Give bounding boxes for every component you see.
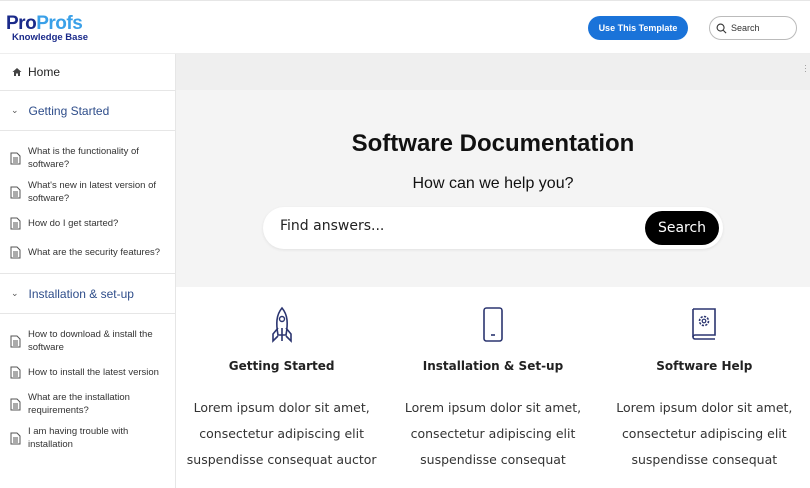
sidebar-section-toggle[interactable]: ⌄ Installation & set-up bbox=[0, 274, 175, 314]
sidebar-article-link[interactable]: What are the installation requirements? bbox=[0, 387, 175, 421]
article-title: I am having trouble with installation bbox=[28, 426, 129, 450]
article-title: What are the installation requirements? bbox=[28, 392, 130, 416]
header-search[interactable]: Search bbox=[709, 16, 797, 40]
sidebar-article-link[interactable]: What is the functionality of software? bbox=[0, 141, 175, 175]
card-getting-started[interactable]: Getting Started Lorem ipsum dolor sit am… bbox=[176, 287, 387, 488]
home-label: Home bbox=[28, 65, 61, 79]
category-cards: Getting Started Lorem ipsum dolor sit am… bbox=[176, 287, 810, 488]
hero-search-input[interactable] bbox=[280, 218, 620, 234]
sidebar-article-link[interactable]: How to download & install the software bbox=[0, 324, 175, 358]
hero-search-button[interactable]: Search bbox=[645, 211, 719, 245]
home-icon bbox=[12, 68, 22, 76]
card-description: Lorem ipsum dolor sit amet, consectetur a… bbox=[616, 400, 793, 467]
section-title: Getting Started bbox=[28, 103, 110, 118]
article-title: How to download & install the software bbox=[28, 329, 153, 353]
sidebar-article-link[interactable]: How do I get started? bbox=[0, 209, 175, 238]
header-search-placeholder: Search bbox=[731, 23, 760, 33]
card-title: Installation & Set-up bbox=[422, 359, 564, 373]
rocket-icon bbox=[271, 306, 292, 343]
card-software-help[interactable]: Software Help Lorem ipsum dolor sit amet… bbox=[599, 287, 810, 488]
document-icon bbox=[10, 246, 21, 259]
article-title: How to install the latest version bbox=[28, 367, 159, 378]
use-template-button[interactable]: Use This Template bbox=[588, 16, 688, 40]
sidebar-home[interactable]: Home bbox=[0, 54, 175, 91]
article-title: What's new in latest version of software… bbox=[28, 180, 157, 204]
hero-subtitle: How can we help you? bbox=[412, 175, 574, 192]
card-installation[interactable]: Installation & Set-up Lorem ipsum dolor … bbox=[387, 287, 598, 488]
document-icon bbox=[10, 335, 21, 347]
card-title: Software Help bbox=[656, 359, 753, 373]
hero-search: Search bbox=[263, 207, 723, 249]
proprofs-logo[interactable]: ProProfs Knowledge Base bbox=[6, 14, 88, 43]
document-icon bbox=[10, 398, 21, 410]
card-title: Getting Started bbox=[228, 359, 335, 373]
card-description: Lorem ipsum dolor sit amet, consectetur a… bbox=[186, 400, 377, 467]
sidebar-article-link[interactable]: What are the security features? bbox=[0, 238, 175, 267]
card-description: Lorem ipsum dolor sit amet, consectetur a… bbox=[404, 400, 582, 467]
page-title: Software Documentation bbox=[351, 130, 635, 157]
sidebar-section-toggle[interactable]: ⌄ Getting Started bbox=[0, 91, 175, 131]
logo-profs: Profs bbox=[36, 13, 83, 34]
chevron-down-icon: ⌄ bbox=[11, 288, 19, 298]
document-icon bbox=[10, 432, 21, 444]
article-title: What are the security features? bbox=[28, 247, 161, 258]
mobile-icon bbox=[483, 307, 503, 342]
sidebar-article-link[interactable]: How to install the latest version bbox=[0, 358, 175, 387]
hero: Software Documentation How can we help y… bbox=[176, 90, 810, 287]
document-icon bbox=[10, 366, 21, 379]
section-items: How to download & install the software Ho… bbox=[0, 314, 175, 461]
document-icon bbox=[10, 186, 21, 198]
more-options-icon[interactable]: · · · bbox=[804, 61, 807, 76]
sidebar-article-link[interactable]: What's new in latest version of software… bbox=[0, 175, 175, 209]
sidebar: Home ⌄ Getting Started What is the functio… bbox=[0, 54, 176, 488]
document-icon bbox=[10, 217, 21, 230]
logo-pro: Pro bbox=[6, 13, 37, 34]
article-title: What is the functionality of software? bbox=[28, 146, 139, 170]
document-icon bbox=[10, 152, 21, 164]
book-gear-icon bbox=[692, 308, 717, 340]
section-items: What is the functionality of software? Wh… bbox=[0, 131, 175, 274]
chevron-down-icon: ⌄ bbox=[11, 105, 19, 115]
article-title: How do I get started? bbox=[28, 218, 119, 229]
search-icon bbox=[716, 23, 727, 33]
sidebar-article-link[interactable]: I am having trouble with installation bbox=[0, 421, 175, 455]
logo-subtitle: Knowledge Base bbox=[12, 32, 89, 43]
top-bar: · · · bbox=[176, 54, 810, 90]
header: ProProfs Knowledge Base Use This Templat… bbox=[0, 0, 810, 54]
section-title: Installation & set-up bbox=[28, 286, 134, 301]
